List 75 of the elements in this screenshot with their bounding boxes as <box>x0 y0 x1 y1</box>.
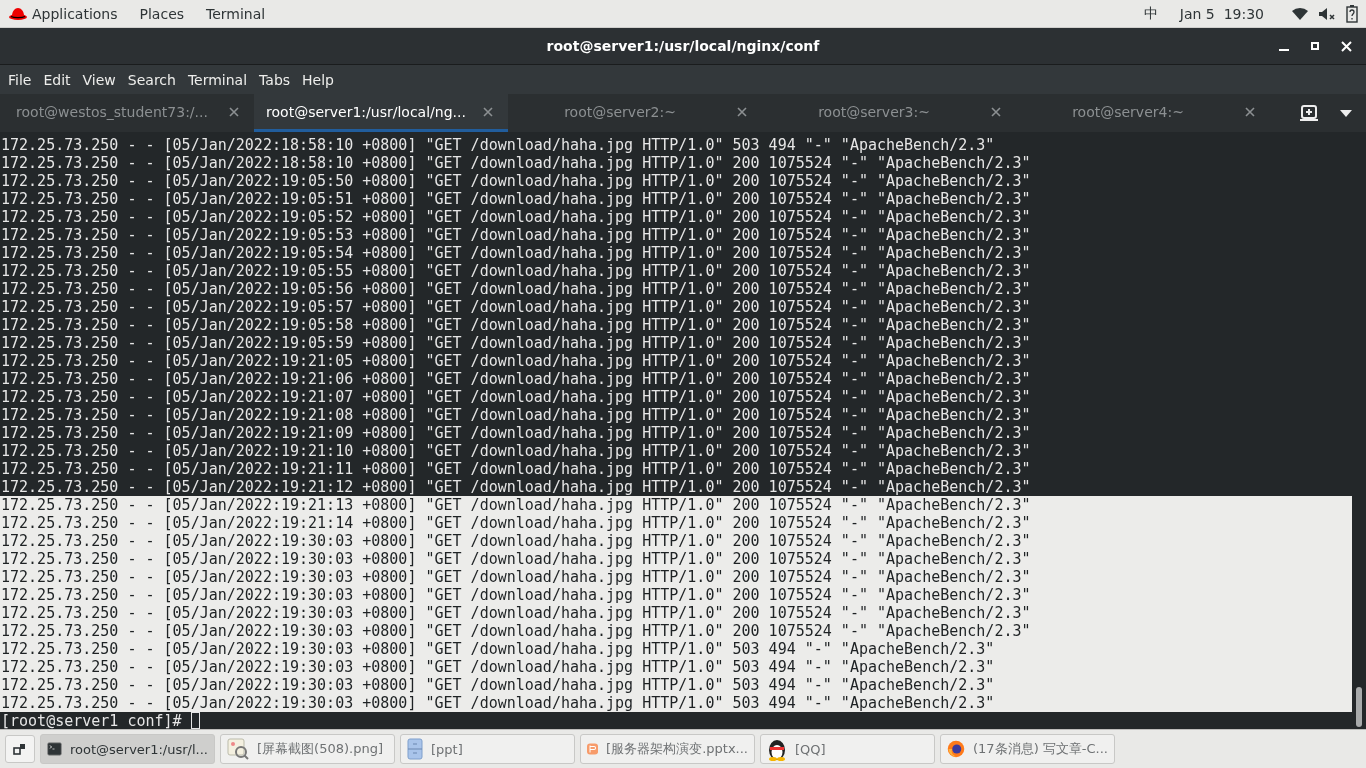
scrollbar-thumb[interactable] <box>1356 687 1362 727</box>
shell-prompt: [root@server1 conf]# <box>1 712 182 730</box>
close-icon <box>482 105 494 118</box>
tabs-menu-button[interactable] <box>1340 109 1352 117</box>
caret-icon <box>1340 109 1352 117</box>
log-line: 172.25.73.250 - - [05/Jan/2022:19:21:12 +0800] "GET /download/haha.jpg HTTP/1.0" 200 1075524 "-" "ApacheBench/2.3" <box>0 478 1032 496</box>
terminal-tab[interactable]: root@server4:~ <box>1016 94 1270 132</box>
log-line: 172.25.73.250 - - [05/Jan/2022:19:21:06 +0800] "GET /download/haha.jpg HTTP/1.0" 200 1075524 "-" "ApacheBench/2.3" <box>0 370 1032 388</box>
terminal-tab[interactable]: root@server1:/usr/local/ng... <box>254 94 508 132</box>
input-method-indicator[interactable]: 中 <box>1143 4 1158 23</box>
close-icon <box>228 105 240 118</box>
tab-close-button[interactable] <box>736 105 748 118</box>
top-menu[interactable]: Applications <box>32 5 118 22</box>
log-line: 172.25.73.250 - - [05/Jan/2022:19:05:59 +0800] "GET /download/haha.jpg HTTP/1.0" 200 1075524 "-" "ApacheBench/2.3" <box>0 334 1032 352</box>
taskbar-window-button[interactable]: (17条消息) 写文章-C... <box>940 734 1115 764</box>
clock[interactable]: Jan 5 19:30 <box>1179 5 1264 22</box>
new-tab-button[interactable] <box>1300 105 1318 121</box>
terminal-tab[interactable]: root@westos_student73:/... <box>0 94 254 132</box>
log-line: 172.25.73.250 - - [05/Jan/2022:19:21:08 +0800] "GET /download/haha.jpg HTTP/1.0" 200 1075524 "-" "ApacheBench/2.3" <box>0 406 1032 424</box>
menu-item[interactable]: View <box>76 71 122 88</box>
log-line: 172.25.73.250 - - [05/Jan/2022:18:58:10 +0800] "GET /download/haha.jpg HTTP/1.0" 200 1075524 "-" "ApacheBench/2.3" <box>0 154 1032 172</box>
menu-item[interactable]: Tabs <box>253 71 297 88</box>
terminal-tab[interactable]: root@server2:~ <box>508 94 762 132</box>
close-button[interactable] <box>1339 38 1354 54</box>
menu-item[interactable]: File <box>2 71 38 88</box>
taskbar-window-button[interactable]: root@server1:/usr/l... <box>40 734 215 764</box>
log-line: 172.25.73.250 - - [05/Jan/2022:19:05:55 +0800] "GET /download/haha.jpg HTTP/1.0" 200 1075524 "-" "ApacheBench/2.3" <box>0 262 1032 280</box>
terminal-tab[interactable]: root@server3:~ <box>762 94 1016 132</box>
log-line: 172.25.73.250 - - [05/Jan/2022:19:05:50 +0800] "GET /download/haha.jpg HTTP/1.0" 200 1075524 "-" "ApacheBench/2.3" <box>0 172 1032 190</box>
battery-icon[interactable] <box>1346 4 1358 23</box>
minimize-icon <box>1279 49 1289 51</box>
log-line: 172.25.73.250 - - [05/Jan/2022:19:21:07 +0800] "GET /download/haha.jpg HTTP/1.0" 200 1075524 "-" "ApacheBench/2.3" <box>0 388 1032 406</box>
log-line: 172.25.73.250 - - [05/Jan/2022:19:21:05 +0800] "GET /download/haha.jpg HTTP/1.0" 200 1075524 "-" "ApacheBench/2.3" <box>0 352 1032 370</box>
top-menu[interactable]: Terminal <box>206 5 266 22</box>
menu-item[interactable]: Search <box>121 71 182 88</box>
maximize-icon <box>1311 42 1319 50</box>
menu-item[interactable]: Edit <box>37 71 77 88</box>
window-title: root@server1:/usr/local/nginx/conf <box>546 38 820 54</box>
log-line: 172.25.73.250 - - [05/Jan/2022:19:05:54 +0800] "GET /download/haha.jpg HTTP/1.0" 200 1075524 "-" "ApacheBench/2.3" <box>0 244 1032 262</box>
menu-item[interactable]: Terminal <box>181 71 254 88</box>
windows-icon <box>13 742 27 756</box>
log-line: 172.25.73.250 - - [05/Jan/2022:19:21:11 +0800] "GET /download/haha.jpg HTTP/1.0" 200 1075524 "-" "ApacheBench/2.3" <box>0 460 1032 478</box>
log-line: 172.25.73.250 - - [05/Jan/2022:19:05:52 +0800] "GET /download/haha.jpg HTTP/1.0" 200 1075524 "-" "ApacheBench/2.3" <box>0 208 1032 226</box>
hat-icon <box>8 6 28 21</box>
close-icon <box>1341 40 1352 52</box>
terminal-icon <box>47 739 62 759</box>
new-tab-icon <box>1300 105 1318 121</box>
log-line: 172.25.73.250 - - [05/Jan/2022:19:05:57 +0800] "GET /download/haha.jpg HTTP/1.0" 200 1075524 "-" "ApacheBench/2.3" <box>0 298 1032 316</box>
log-line: 172.25.73.250 - - [05/Jan/2022:19:05:58 +0800] "GET /download/haha.jpg HTTP/1.0" 200 1075524 "-" "ApacheBench/2.3" <box>0 316 1032 334</box>
close-icon <box>736 105 748 118</box>
volume-muted-icon[interactable] <box>1318 6 1336 21</box>
top-menu[interactable]: Places <box>139 5 185 22</box>
log-line: 172.25.73.250 - - [05/Jan/2022:18:58:10 +0800] "GET /download/haha.jpg HTTP/1.0" 503 494 "-" "ApacheBench/2.3" <box>0 136 996 154</box>
taskbar-window-button[interactable]: [屏幕截图(508).png] <box>220 734 395 764</box>
log-line: 172.25.73.250 - - [05/Jan/2022:19:05:56 +0800] "GET /download/haha.jpg HTTP/1.0" 200 1075524 "-" "ApacheBench/2.3" <box>0 280 1032 298</box>
taskbar-window-button[interactable]: [QQ] <box>760 734 935 764</box>
tab-close-button[interactable] <box>482 105 494 118</box>
image-viewer-icon <box>227 738 249 760</box>
taskbar-window-button[interactable]: [服务器架构演变.pptx... <box>580 734 755 764</box>
wifi-icon[interactable] <box>1292 6 1308 21</box>
close-icon <box>990 105 1002 118</box>
log-line: 172.25.73.250 - - [05/Jan/2022:19:21:10 +0800] "GET /download/haha.jpg HTTP/1.0" 200 1075524 "-" "ApacheBench/2.3" <box>0 442 1032 460</box>
tab-close-button[interactable] <box>990 105 1002 118</box>
log-line: 172.25.73.250 - - [05/Jan/2022:19:21:09 +0800] "GET /download/haha.jpg HTTP/1.0" 200 1075524 "-" "ApacheBench/2.3" <box>0 424 1032 442</box>
cabinet-icon <box>407 738 423 760</box>
tab-close-button[interactable] <box>228 105 240 118</box>
maximize-button[interactable] <box>1309 40 1321 52</box>
show-desktop-button[interactable] <box>5 735 35 763</box>
tab-close-button[interactable] <box>1244 105 1256 118</box>
taskbar-window-button[interactable]: [ppt] <box>400 734 575 764</box>
menu-item[interactable]: Help <box>296 71 340 88</box>
log-line: 172.25.73.250 - - [05/Jan/2022:19:05:53 +0800] "GET /download/haha.jpg HTTP/1.0" 200 1075524 "-" "ApacheBench/2.3" <box>0 226 1032 244</box>
close-icon <box>1244 105 1256 118</box>
penguin-icon <box>767 737 787 761</box>
log-line: 172.25.73.250 - - [05/Jan/2022:19:05:51 +0800] "GET /download/haha.jpg HTTP/1.0" 200 1075524 "-" "ApacheBench/2.3" <box>0 190 1032 208</box>
